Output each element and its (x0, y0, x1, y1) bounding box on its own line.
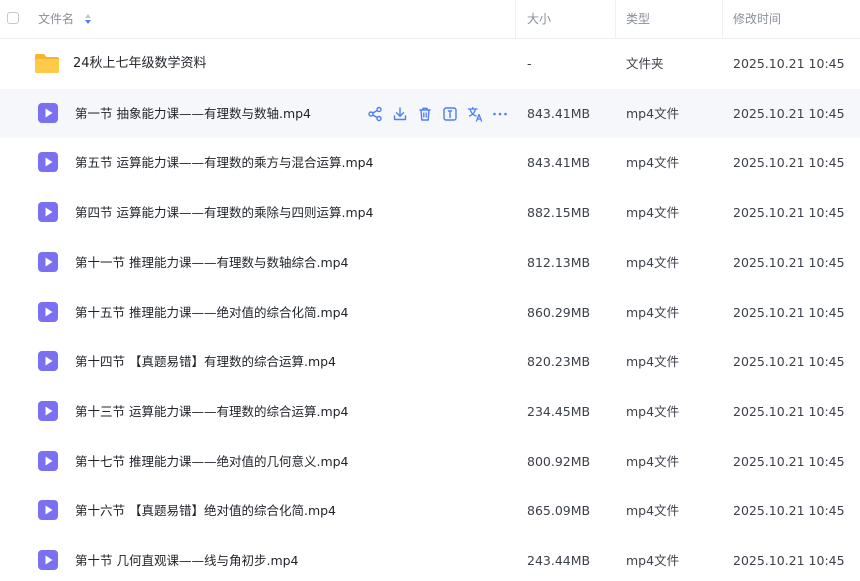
file-name[interactable]: 第十节 几何直观课——线与角初步.mp4 (75, 536, 299, 581)
file-size: 800.92MB (527, 454, 591, 469)
select-all-checkbox[interactable] (7, 12, 19, 24)
file-name[interactable]: 第四节 运算能力课——有理数的乘除与四则运算.mp4 (75, 188, 374, 237)
file-time: 2025.10.21 10:45 (733, 205, 845, 220)
file-name[interactable]: 第五节 运算能力课——有理数的乘方与混合运算.mp4 (75, 138, 374, 187)
folder-type: 文件夹 (626, 56, 664, 71)
file-type: mp4文件 (626, 106, 680, 121)
video-file-icon (38, 152, 58, 172)
video-file-icon (38, 401, 58, 421)
file-size: 865.09MB (527, 503, 591, 518)
video-file-icon (38, 252, 58, 272)
file-type: mp4文件 (626, 354, 680, 369)
file-time: 2025.10.21 10:45 (733, 404, 845, 419)
file-type: mp4文件 (626, 205, 680, 220)
video-file-icon (38, 451, 58, 471)
file-time: 2025.10.21 10:45 (733, 454, 845, 469)
folder-row[interactable]: 24秋上七年级数学资料 - 文件夹 2025.10.21 10:45 (0, 39, 860, 88)
column-divider[interactable] (722, 0, 723, 38)
more-icon[interactable] (491, 105, 509, 123)
file-list: 文件名 大小 类型 修改时间 24秋上七年级数学资料 - 文件夹 2025.10… (0, 0, 860, 581)
file-name[interactable]: 第十五节 推理能力课——绝对值的综合化简.mp4 (75, 288, 349, 337)
video-file-icon (38, 302, 58, 322)
file-row[interactable]: 第一节 抽象能力课——有理数与数轴.mp4 843.41MB mp4文件 202 (0, 89, 860, 138)
video-file-icon (38, 202, 58, 222)
file-row[interactable]: 第十节 几何直观课——线与角初步.mp4 243.44MB mp4文件 2025… (0, 536, 860, 581)
file-type: mp4文件 (626, 155, 680, 170)
file-row[interactable]: 第十五节 推理能力课——绝对值的综合化简.mp4 860.29MB mp4文件 … (0, 288, 860, 337)
video-file-icon (38, 351, 58, 371)
translate-icon[interactable] (466, 105, 484, 123)
file-time: 2025.10.21 10:45 (733, 354, 845, 369)
file-type: mp4文件 (626, 503, 680, 518)
file-row[interactable]: 第十一节 推理能力课——有理数与数轴综合.mp4 812.13MB mp4文件 … (0, 238, 860, 287)
file-type: mp4文件 (626, 454, 680, 469)
file-size: 843.41MB (527, 155, 591, 170)
file-name[interactable]: 第十七节 推理能力课——绝对值的几何意义.mp4 (75, 437, 349, 486)
folder-time: 2025.10.21 10:45 (733, 56, 845, 71)
video-file-icon (38, 550, 58, 570)
file-name[interactable]: 第十六节 【真题易错】绝对值的综合化简.mp4 (75, 486, 336, 535)
sort-icon[interactable] (84, 13, 92, 25)
file-time: 2025.10.21 10:45 (733, 553, 845, 568)
file-row[interactable]: 第四节 运算能力课——有理数的乘除与四则运算.mp4 882.15MB mp4文… (0, 188, 860, 237)
file-row[interactable]: 第十七节 推理能力课——绝对值的几何意义.mp4 800.92MB mp4文件 … (0, 437, 860, 486)
file-type: mp4文件 (626, 255, 680, 270)
column-header-name[interactable]: 文件名 (38, 0, 92, 38)
video-file-icon (38, 500, 58, 520)
file-row[interactable]: 第十三节 运算能力课——有理数的综合运算.mp4 234.45MB mp4文件 … (0, 387, 860, 436)
column-header-time[interactable]: 修改时间 (733, 0, 781, 38)
file-size: 860.29MB (527, 305, 591, 320)
file-time: 2025.10.21 10:45 (733, 106, 845, 121)
file-size: 820.23MB (527, 354, 591, 369)
row-actions (366, 105, 509, 123)
delete-icon[interactable] (416, 105, 434, 123)
file-size: 243.44MB (527, 553, 591, 568)
file-name[interactable]: 第十四节 【真题易错】有理数的综合运算.mp4 (75, 337, 336, 386)
folder-name[interactable]: 24秋上七年级数学资料 (73, 39, 207, 88)
file-name[interactable]: 第十一节 推理能力课——有理数与数轴综合.mp4 (75, 238, 349, 287)
info-icon[interactable] (441, 105, 459, 123)
share-icon[interactable] (366, 105, 384, 123)
folder-icon (35, 54, 59, 73)
file-row[interactable]: 第十四节 【真题易错】有理数的综合运算.mp4 820.23MB mp4文件 2… (0, 337, 860, 386)
file-size: 882.15MB (527, 205, 591, 220)
folder-size: - (527, 56, 532, 71)
file-size: 234.45MB (527, 404, 591, 419)
column-header-size[interactable]: 大小 (527, 0, 551, 38)
file-name[interactable]: 第十三节 运算能力课——有理数的综合运算.mp4 (75, 387, 349, 436)
file-time: 2025.10.21 10:45 (733, 305, 845, 320)
column-header-name-label: 文件名 (38, 12, 75, 26)
file-type: mp4文件 (626, 404, 680, 419)
file-time: 2025.10.21 10:45 (733, 255, 845, 270)
video-file-icon (38, 103, 58, 123)
column-divider[interactable] (515, 0, 516, 38)
file-time: 2025.10.21 10:45 (733, 155, 845, 170)
download-icon[interactable] (391, 105, 409, 123)
file-type: mp4文件 (626, 305, 680, 320)
file-name[interactable]: 第一节 抽象能力课——有理数与数轴.mp4 (75, 89, 311, 138)
file-time: 2025.10.21 10:45 (733, 503, 845, 518)
column-header-type[interactable]: 类型 (626, 0, 650, 38)
file-row[interactable]: 第五节 运算能力课——有理数的乘方与混合运算.mp4 843.41MB mp4文… (0, 138, 860, 187)
file-type: mp4文件 (626, 553, 680, 568)
column-divider[interactable] (615, 0, 616, 38)
file-row[interactable]: 第十六节 【真题易错】绝对值的综合化简.mp4 865.09MB mp4文件 2… (0, 486, 860, 535)
list-header: 文件名 大小 类型 修改时间 (0, 0, 860, 39)
file-size: 812.13MB (527, 255, 591, 270)
file-size: 843.41MB (527, 106, 591, 121)
